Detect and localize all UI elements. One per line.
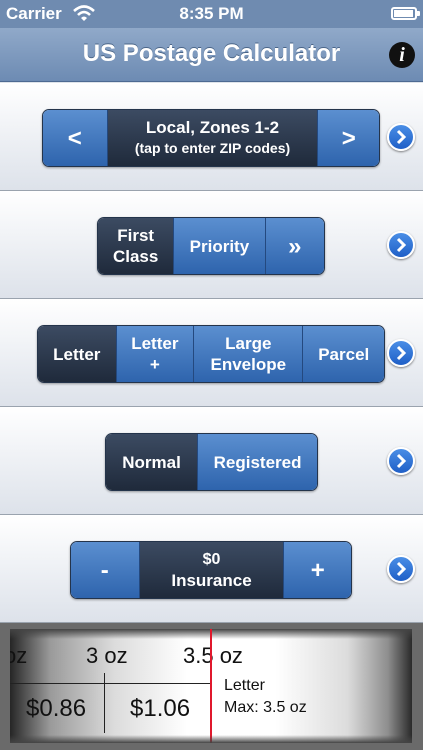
mail-class-selector: First Class Priority » bbox=[97, 217, 325, 275]
weight-tick-label: 3.5 oz bbox=[183, 643, 243, 668]
insurance-label: Insurance bbox=[171, 571, 252, 590]
page-title: US Postage Calculator bbox=[82, 40, 341, 67]
previous-zone-button[interactable]: < bbox=[43, 110, 107, 166]
weight-tick bbox=[104, 673, 105, 683]
status-time: 8:35 PM bbox=[179, 4, 244, 23]
zone-row: < Local, Zones 1-2 (tap to enter ZIP cod… bbox=[0, 83, 423, 191]
price-divider bbox=[104, 683, 105, 733]
chevron-right-icon bbox=[396, 237, 407, 253]
zone-hint: (tap to enter ZIP codes) bbox=[134, 140, 291, 156]
scale-mail-type: Letter bbox=[224, 677, 265, 694]
chevron-right-icon bbox=[396, 561, 407, 577]
large-envelope-label-line2: Envelope bbox=[210, 355, 287, 374]
weight-scale-ruler[interactable]: oz 3 oz 3.5 oz $0.86 $1.06 Letter Max: 3… bbox=[10, 629, 412, 743]
decrease-insurance-button[interactable]: - bbox=[71, 542, 139, 598]
letter-plus-segment[interactable]: Letter + bbox=[115, 326, 194, 382]
zone-name: Local, Zones 1-2 bbox=[145, 118, 280, 137]
first-class-label: First bbox=[117, 226, 155, 245]
insurance-display: $0 Insurance bbox=[138, 542, 284, 598]
insurance-disclosure-button[interactable] bbox=[387, 555, 415, 583]
large-envelope-label: Large bbox=[225, 334, 272, 353]
first-class-segment[interactable]: First Class bbox=[98, 218, 174, 274]
large-envelope-segment[interactable]: Large Envelope bbox=[193, 326, 303, 382]
chevron-right-icon bbox=[396, 453, 407, 469]
insurance-stepper: - $0 Insurance + bbox=[70, 541, 352, 599]
shape-disclosure-button[interactable] bbox=[387, 339, 415, 367]
more-classes-segment[interactable]: » bbox=[264, 218, 324, 274]
weight-scale[interactable]: oz 3 oz 3.5 oz $0.86 $1.06 Letter Max: 3… bbox=[0, 623, 423, 750]
weight-indicator-line bbox=[210, 629, 212, 743]
normal-segment[interactable]: Normal bbox=[106, 434, 198, 490]
service-disclosure-button[interactable] bbox=[387, 447, 415, 475]
letter-segment[interactable]: Letter bbox=[38, 326, 116, 382]
service-selector: Normal Registered bbox=[105, 433, 318, 491]
increase-insurance-button[interactable]: + bbox=[283, 542, 351, 598]
insurance-row: - $0 Insurance + bbox=[0, 515, 423, 623]
shape-selector: Letter Letter + Large Envelope Parcel bbox=[37, 325, 385, 383]
info-icon[interactable]: i bbox=[389, 42, 415, 68]
zone-display-button[interactable]: Local, Zones 1-2 (tap to enter ZIP codes… bbox=[106, 110, 318, 166]
mail-class-disclosure-button[interactable] bbox=[387, 231, 415, 259]
zone-selector: < Local, Zones 1-2 (tap to enter ZIP cod… bbox=[42, 109, 380, 167]
zone-disclosure-button[interactable] bbox=[387, 123, 415, 151]
first-class-label-line2: Class bbox=[112, 247, 159, 266]
weight-tick-label: 3 oz bbox=[86, 643, 128, 668]
battery-icon bbox=[391, 7, 420, 20]
service-row: Normal Registered bbox=[0, 407, 423, 515]
chevron-right-icon bbox=[396, 129, 407, 145]
insurance-amount: $0 bbox=[202, 551, 221, 568]
weight-tick-label: oz bbox=[10, 643, 28, 668]
scale-max-weight: Max: 3.5 oz bbox=[224, 699, 307, 716]
registered-segment[interactable]: Registered bbox=[197, 434, 317, 490]
shape-row: Letter Letter + Large Envelope Parcel bbox=[0, 299, 423, 407]
scale-bottom-shade bbox=[10, 735, 412, 743]
priority-segment[interactable]: Priority bbox=[173, 218, 265, 274]
scale-divider bbox=[10, 683, 210, 684]
status-bar: Carrier 8:35 PM bbox=[0, 0, 423, 28]
letter-plus-label: Letter bbox=[131, 334, 179, 353]
mail-class-row: First Class Priority » bbox=[0, 191, 423, 299]
price-value: $1.06 bbox=[130, 695, 191, 722]
letter-plus-label-line2: + bbox=[149, 355, 160, 374]
next-zone-button[interactable]: > bbox=[317, 110, 379, 166]
chevron-right-icon bbox=[396, 345, 407, 361]
navigation-bar: US Postage Calculator i bbox=[0, 28, 423, 82]
price-value: $0.86 bbox=[26, 695, 87, 722]
parcel-segment[interactable]: Parcel bbox=[302, 326, 384, 382]
